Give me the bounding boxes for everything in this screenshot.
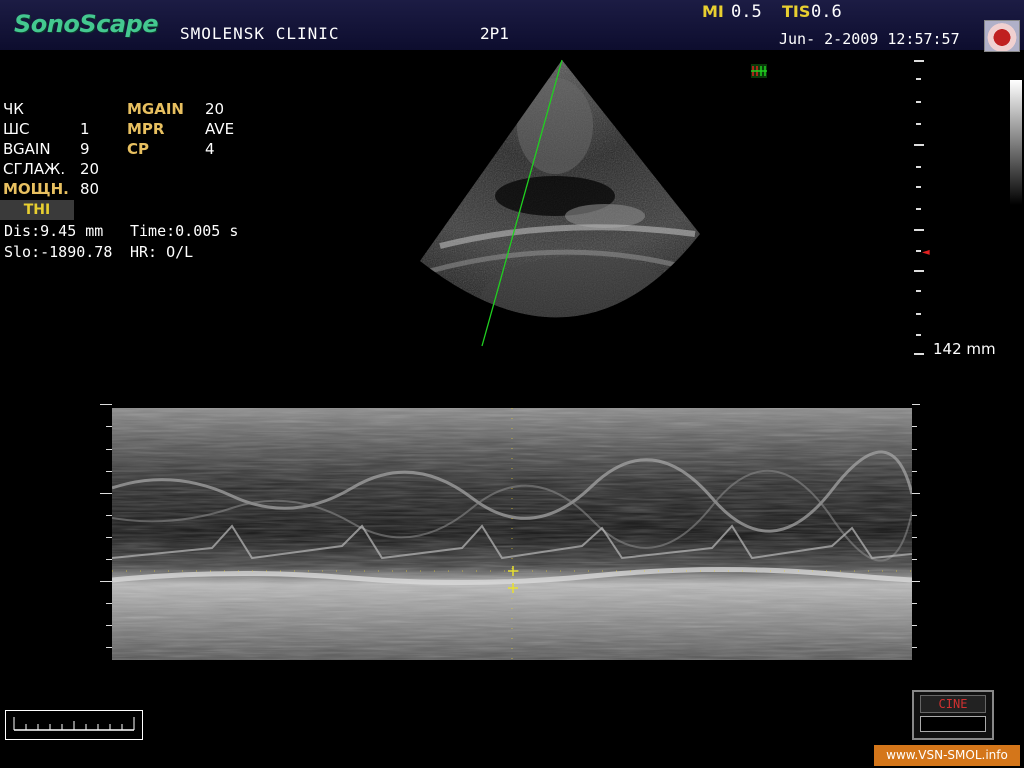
depth-scale [912,56,932,356]
param-value-bgain: 9 [80,140,90,158]
heart-preset-icon[interactable] [984,20,1020,52]
mi-value: 0.5 [731,2,762,22]
grayscale-bar [1010,80,1022,205]
param-label-mpr: MPR [127,120,165,138]
cine-label: CINE [920,695,986,713]
cine-control[interactable]: CINE [912,690,994,740]
m-mode-scale-left [100,404,112,664]
measurement-heart-rate: HR: O/L [130,243,194,261]
orientation-marker-icon [751,64,767,78]
param-label-mgain: MGAIN [127,100,184,118]
tis-label: TIS [782,2,811,21]
watermark: www.VSN-SMOL.info [874,745,1020,766]
thi-badge: THI [0,200,74,220]
param-value-cp: 4 [205,140,215,158]
b-mode-sector-image[interactable] [380,56,720,366]
param-label-hr: ЧК [3,100,24,118]
param-label-power: МОЩН. [3,180,69,198]
param-label-bgain: BGAIN [3,140,51,158]
measurement-slope: Slo:-1890.78 [4,243,113,261]
probe-name: 2P1 [480,24,509,43]
tis-value: 0.6 [811,2,842,22]
measurement-distance: Dis:9.45 mm [4,222,104,240]
depth-label: 142 mm [933,340,996,358]
cine-progress[interactable] [920,716,986,732]
mi-label: MI [702,2,724,21]
param-label-smoothing: СГЛАЖ. [3,160,66,178]
m-mode-trace[interactable] [112,408,912,660]
param-value-mpr: AVE [205,120,235,138]
focus-marker-icon: ◄ [922,247,930,258]
param-value-smoothing: 20 [80,160,100,178]
brand-logo: SonoScape [14,10,159,38]
time-scale-bar [5,710,143,740]
param-label-cp: CP [127,140,150,158]
param-value-depth-gain: 1 [80,120,90,138]
param-value-mgain: 20 [205,100,225,118]
date-time: Jun- 2-2009 12:57:57 [779,30,960,48]
clinic-name: SMOLENSK CLINIC [180,24,340,43]
param-label-depth-gain: ШС [3,120,30,138]
param-value-power: 80 [80,180,100,198]
m-mode-scale-right [912,404,924,664]
measurement-time: Time:0.005 s [130,222,239,240]
